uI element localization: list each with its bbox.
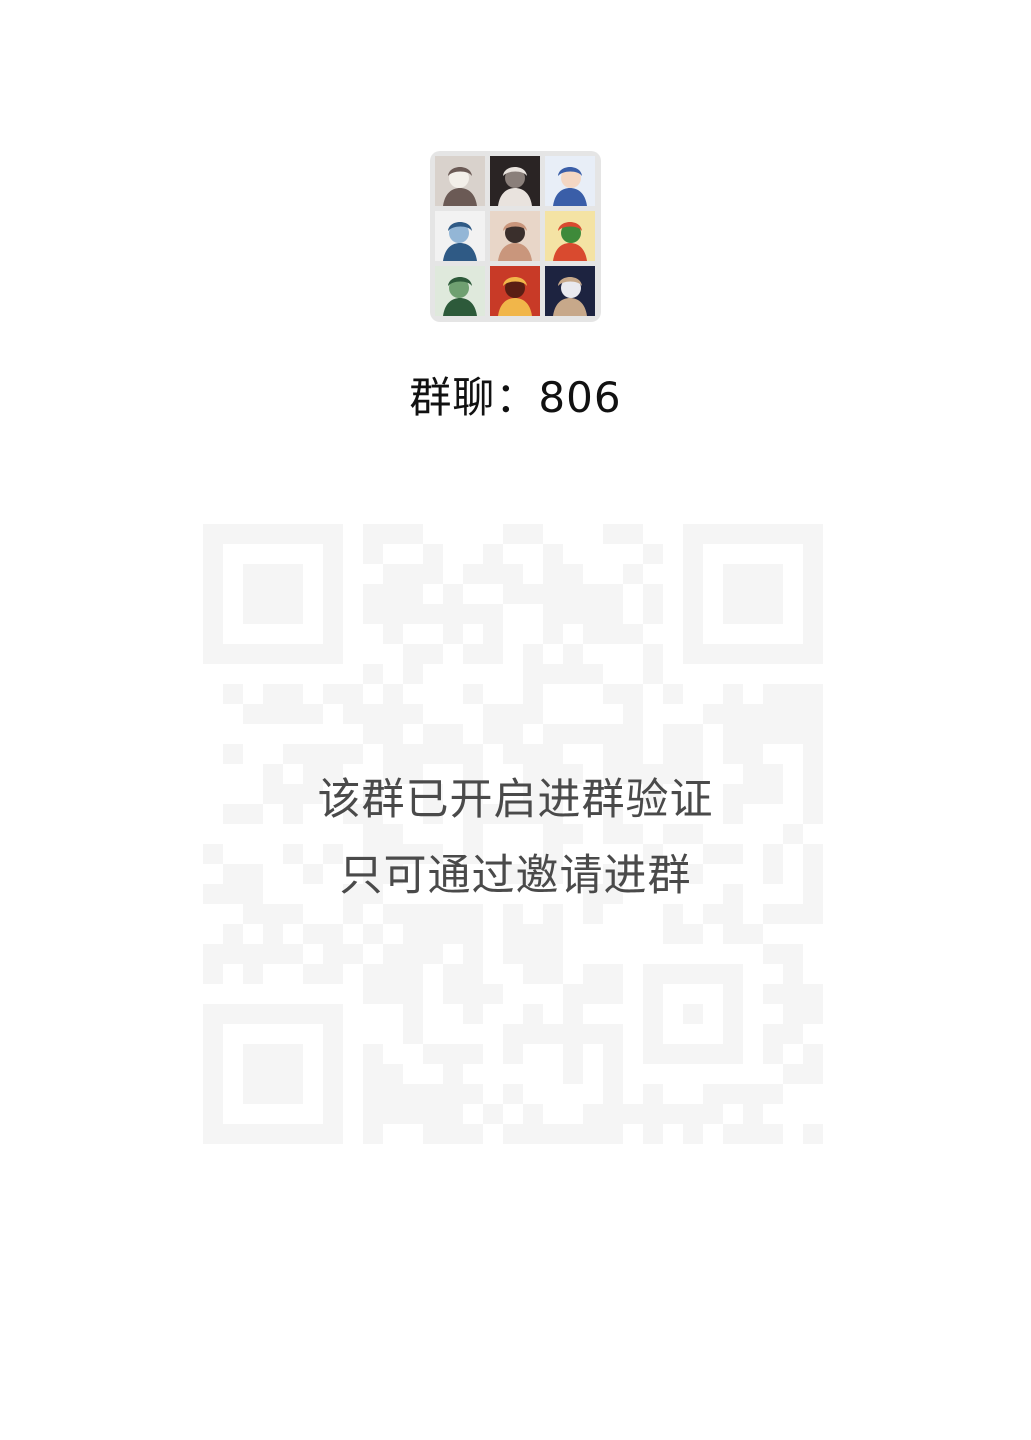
avatar-6 <box>545 211 595 261</box>
avatar-2 <box>490 156 540 206</box>
verification-notice-line-2: 只可通过邀请进群 <box>339 851 692 901</box>
qr-code-faded <box>203 524 823 1144</box>
avatar-9 <box>545 266 595 316</box>
avatar-8 <box>490 266 540 316</box>
avatar-4 <box>435 211 485 261</box>
group-title: 群聊：806 <box>409 373 622 422</box>
avatar-1 <box>435 156 485 206</box>
avatar-7 <box>435 266 485 316</box>
verification-notice-line-1: 该群已开启进群验证 <box>317 775 714 825</box>
group-avatar-grid <box>430 151 601 322</box>
avatar-5 <box>490 211 540 261</box>
avatar-3 <box>545 156 595 206</box>
qr-code-image <box>203 524 823 1144</box>
